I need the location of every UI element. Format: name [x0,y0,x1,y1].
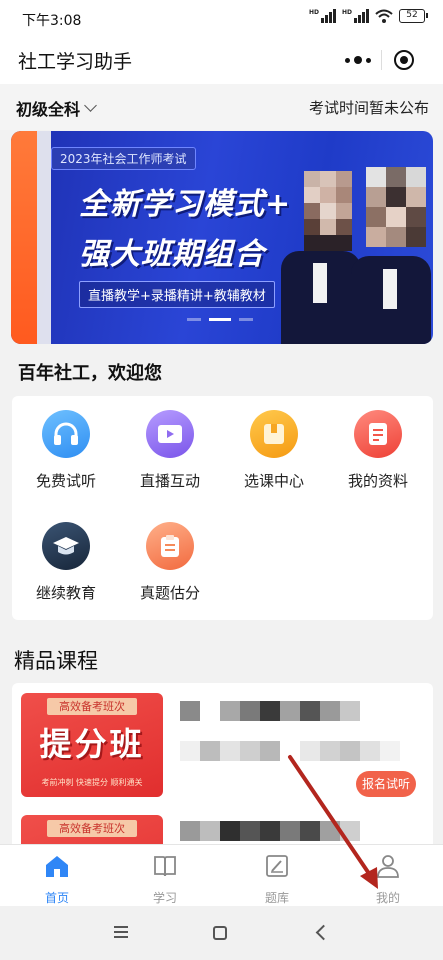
quick-actions-card: 免费试听 直播互动 选课中心 我的资料 继续教育 真题估分 [12,396,433,620]
status-icons: HD HD 52 [309,9,428,23]
app-title: 社工学习助手 [18,51,133,73]
tab-study[interactable]: 学习 [120,853,210,906]
tab-label: 我的 [375,891,400,905]
banner-tag: 2023年社会工作师考试 [51,147,196,170]
wifi-icon [375,9,393,23]
clipboard-icon [146,522,194,570]
headphones-icon [42,410,90,458]
signup-trial-button[interactable]: 报名试听 [356,771,416,797]
bottom-tab-bar: 首页 学习 题库 我的 [0,844,443,906]
tab-label: 题库 [264,891,289,905]
square-icon[interactable] [213,926,227,940]
quick-action-exam-scoring[interactable]: 真题估分 [120,522,220,603]
box-icon [250,410,298,458]
banner-pagination [187,318,253,321]
quick-action-live[interactable]: 直播互动 [120,410,220,491]
quick-action-label: 我的资料 [347,472,408,490]
level-selector[interactable]: 初级全科 [16,96,97,120]
course-thumb-title: 提分班 [39,725,145,763]
menu-icon[interactable] [114,926,128,938]
app-header: 社工学习助手 [0,36,443,84]
course-title-blurred [180,821,360,841]
signal-icon: HD [309,9,336,23]
edit-icon [266,855,288,877]
signal-icon-2: HD [342,9,369,23]
battery-icon: 52 [399,9,428,23]
course-title-blurred [180,701,360,721]
course-thumb-subtitle: 考前冲刺 快速提分 顺利通关 [41,778,143,787]
course-desc-blurred [180,741,400,761]
course-thumb-tag: 高效备考班次 [47,820,137,837]
status-bar: 下午3:08 HD HD 52 [0,0,443,36]
banner-dot [239,318,253,321]
course-list: 高效备考班次 提分班 考前冲刺 快速提分 顺利通关 报名试听 高效备考班次 [12,683,433,853]
banner-subtitle: 直播教学+录播精讲+教辅教材 [79,281,275,308]
banner-dot [187,318,201,321]
level-row: 初级全科 考试时间暂未公布 [0,84,443,130]
signal-label-2: HD [341,9,352,16]
course-thumb-tag: 高效备考班次 [47,698,137,715]
quick-action-course-center[interactable]: 选课中心 [224,410,324,491]
quick-action-label: 直播互动 [139,472,200,490]
quick-action-label: 选课中心 [243,472,304,490]
quick-action-label: 真题估分 [139,584,200,602]
document-icon [354,410,402,458]
tab-label: 学习 [152,891,177,905]
back-icon[interactable] [315,924,332,941]
chevron-down-icon [84,99,97,112]
quick-action-free-trial[interactable]: 免费试听 [16,410,116,491]
mini-program-capsule [335,43,427,77]
status-time: 下午3:08 [22,13,82,29]
more-dots-icon[interactable] [335,43,381,77]
tab-home[interactable]: 首页 [12,853,102,906]
exam-time-text: 考试时间暂未公布 [308,99,429,117]
book-icon [154,856,176,877]
home-icon [46,856,68,877]
graduation-cap-icon [42,522,90,570]
welcome-heading: 百年社工，欢迎您 [18,363,162,384]
promo-banner[interactable]: 2023年社会工作师考试 全新学习模式+ 强大班期组合 直播教学+录播精讲+教辅… [11,131,433,344]
section-title-courses: 精品课程 [14,649,98,673]
video-play-icon [146,410,194,458]
quick-action-continuing-education[interactable]: 继续教育 [16,522,116,603]
tab-mine[interactable]: 我的 [343,853,433,906]
course-thumbnail[interactable]: 高效备考班次 提分班 考前冲刺 快速提分 顺利通关 [21,693,163,797]
system-navigation-bar [0,906,443,960]
quick-action-label: 免费试听 [35,472,96,490]
tab-question-bank[interactable]: 题库 [232,853,322,906]
banner-accent-stripe [11,131,37,344]
tab-label: 首页 [44,891,69,905]
banner-dot-active [209,318,231,321]
target-circle-icon[interactable] [381,43,427,77]
user-icon [377,855,399,878]
banner-accent-stripe-light [37,131,51,344]
quick-action-label: 继续教育 [35,584,96,602]
banner-headline-2: 强大班期组合 [79,237,265,272]
banner-headline-1: 全新学习模式+ [79,187,292,222]
level-selector-label: 初级全科 [16,100,81,119]
signal-label: HD [308,9,319,16]
quick-action-my-materials[interactable]: 我的资料 [328,410,428,491]
